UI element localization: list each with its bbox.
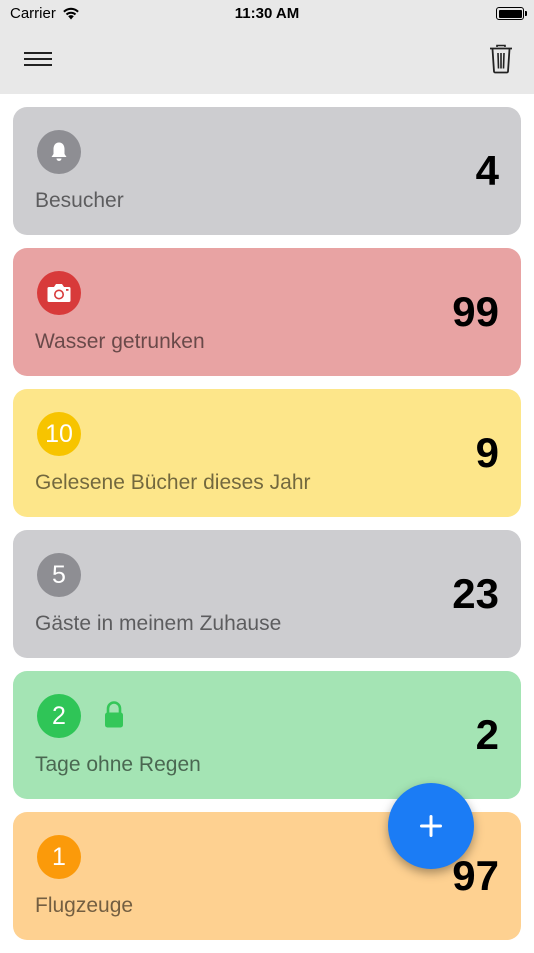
navigation-bar: [0, 28, 534, 94]
trash-icon: [490, 44, 512, 74]
status-time: 11:30 AM: [234, 5, 300, 22]
counter-badge: 5: [37, 553, 81, 597]
camera-icon: [47, 284, 71, 302]
delete-button[interactable]: [488, 44, 514, 74]
counter-badge: 10: [37, 412, 81, 456]
counter-title: Flugzeuge: [35, 894, 134, 917]
hamburger-menu-icon: [24, 52, 52, 66]
bell-icon: [51, 142, 67, 161]
counter-card-regen[interactable]: 2 Tage ohne Regen 2: [13, 671, 521, 799]
counter-badge: 1: [37, 835, 81, 879]
plus-icon: [420, 815, 442, 837]
counter-title: Gelesene Bücher dieses Jahr: [35, 471, 311, 494]
counter-value: 9: [475, 429, 499, 476]
counter-card-buecher[interactable]: 10 Gelesene Bücher dieses Jahr 9: [13, 389, 521, 517]
counter-card-gaeste[interactable]: 5 Gäste in meinem Zuhause 23: [13, 530, 521, 658]
counter-value: 2: [475, 711, 499, 758]
counter-badge: 2: [37, 694, 81, 738]
status-bar: Carrier 11:30 AM: [0, 0, 534, 28]
counter-title: Gäste in meinem Zuhause: [35, 612, 282, 635]
add-counter-button[interactable]: [388, 783, 474, 869]
counter-badge: [37, 130, 81, 174]
counter-value: 4: [475, 147, 499, 194]
counter-title: Tage ohne Regen: [35, 753, 201, 776]
counter-card-wasser[interactable]: Wasser getrunken 99: [13, 248, 521, 376]
lock-icon: [105, 701, 123, 728]
counter-title: Besucher: [35, 189, 124, 212]
counter-title: Wasser getrunken: [35, 330, 205, 353]
counter-value: 97: [452, 852, 499, 899]
counter-value: 99: [452, 288, 499, 335]
battery-icon: [496, 7, 527, 20]
counter-value: 23: [452, 570, 499, 617]
menu-button[interactable]: [22, 46, 54, 74]
counter-badge: [37, 271, 81, 315]
counter-card-besucher[interactable]: Besucher 4: [13, 107, 521, 235]
